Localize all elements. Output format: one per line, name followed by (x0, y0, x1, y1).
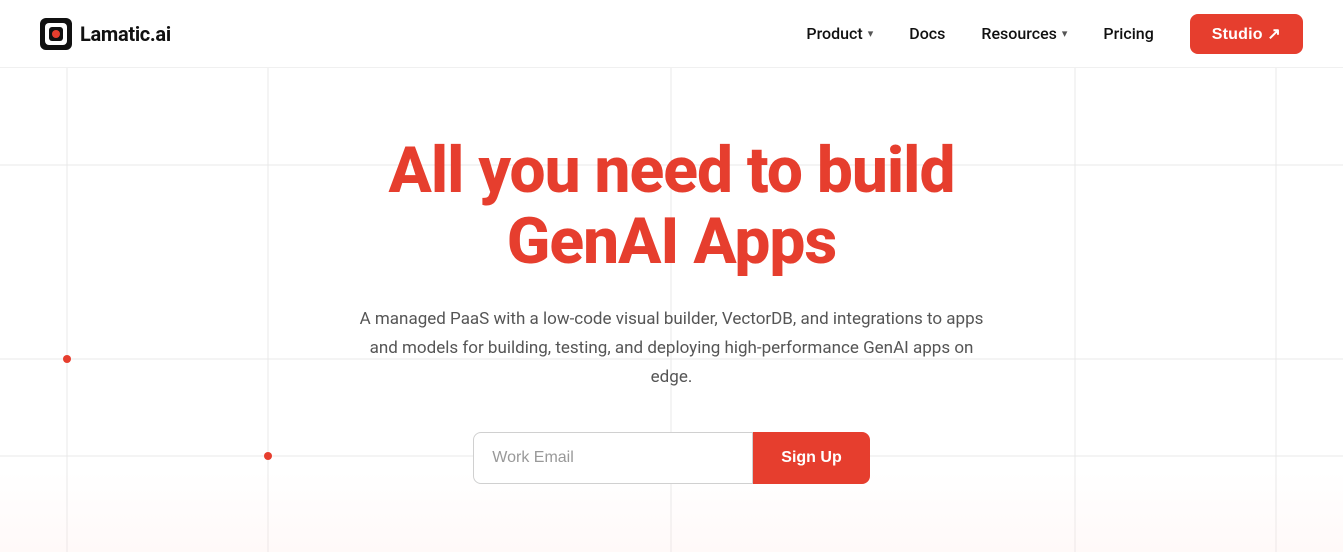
nav-docs[interactable]: Docs (909, 24, 945, 43)
signup-button[interactable]: Sign Up (753, 432, 869, 484)
nav-pricing[interactable]: Pricing (1103, 24, 1153, 43)
resources-chevron-icon: ▾ (1062, 27, 1068, 40)
nav-resources[interactable]: Resources ▾ (981, 24, 1067, 43)
hero-title: All you need to build GenAI Apps (352, 136, 992, 277)
logo[interactable]: Lamatic.ai (40, 18, 171, 50)
hero-subtitle: A managed PaaS with a low-code visual bu… (352, 305, 992, 392)
hero-content: All you need to build GenAI Apps A manag… (332, 136, 1012, 483)
nav-links: Product ▾ Docs Resources ▾ Pricing Studi… (806, 14, 1303, 54)
logo-text: Lamatic.ai (80, 22, 171, 46)
studio-button[interactable]: Studio ↗ (1190, 14, 1303, 54)
product-chevron-icon: ▾ (868, 27, 874, 40)
nav-product[interactable]: Product ▾ (806, 24, 873, 43)
email-input[interactable] (473, 432, 753, 484)
cta-form: Sign Up (352, 432, 992, 484)
navbar: Lamatic.ai Product ▾ Docs Resources ▾ Pr… (0, 0, 1343, 68)
logo-icon (40, 18, 72, 50)
hero-section: All you need to build GenAI Apps A manag… (0, 68, 1343, 552)
